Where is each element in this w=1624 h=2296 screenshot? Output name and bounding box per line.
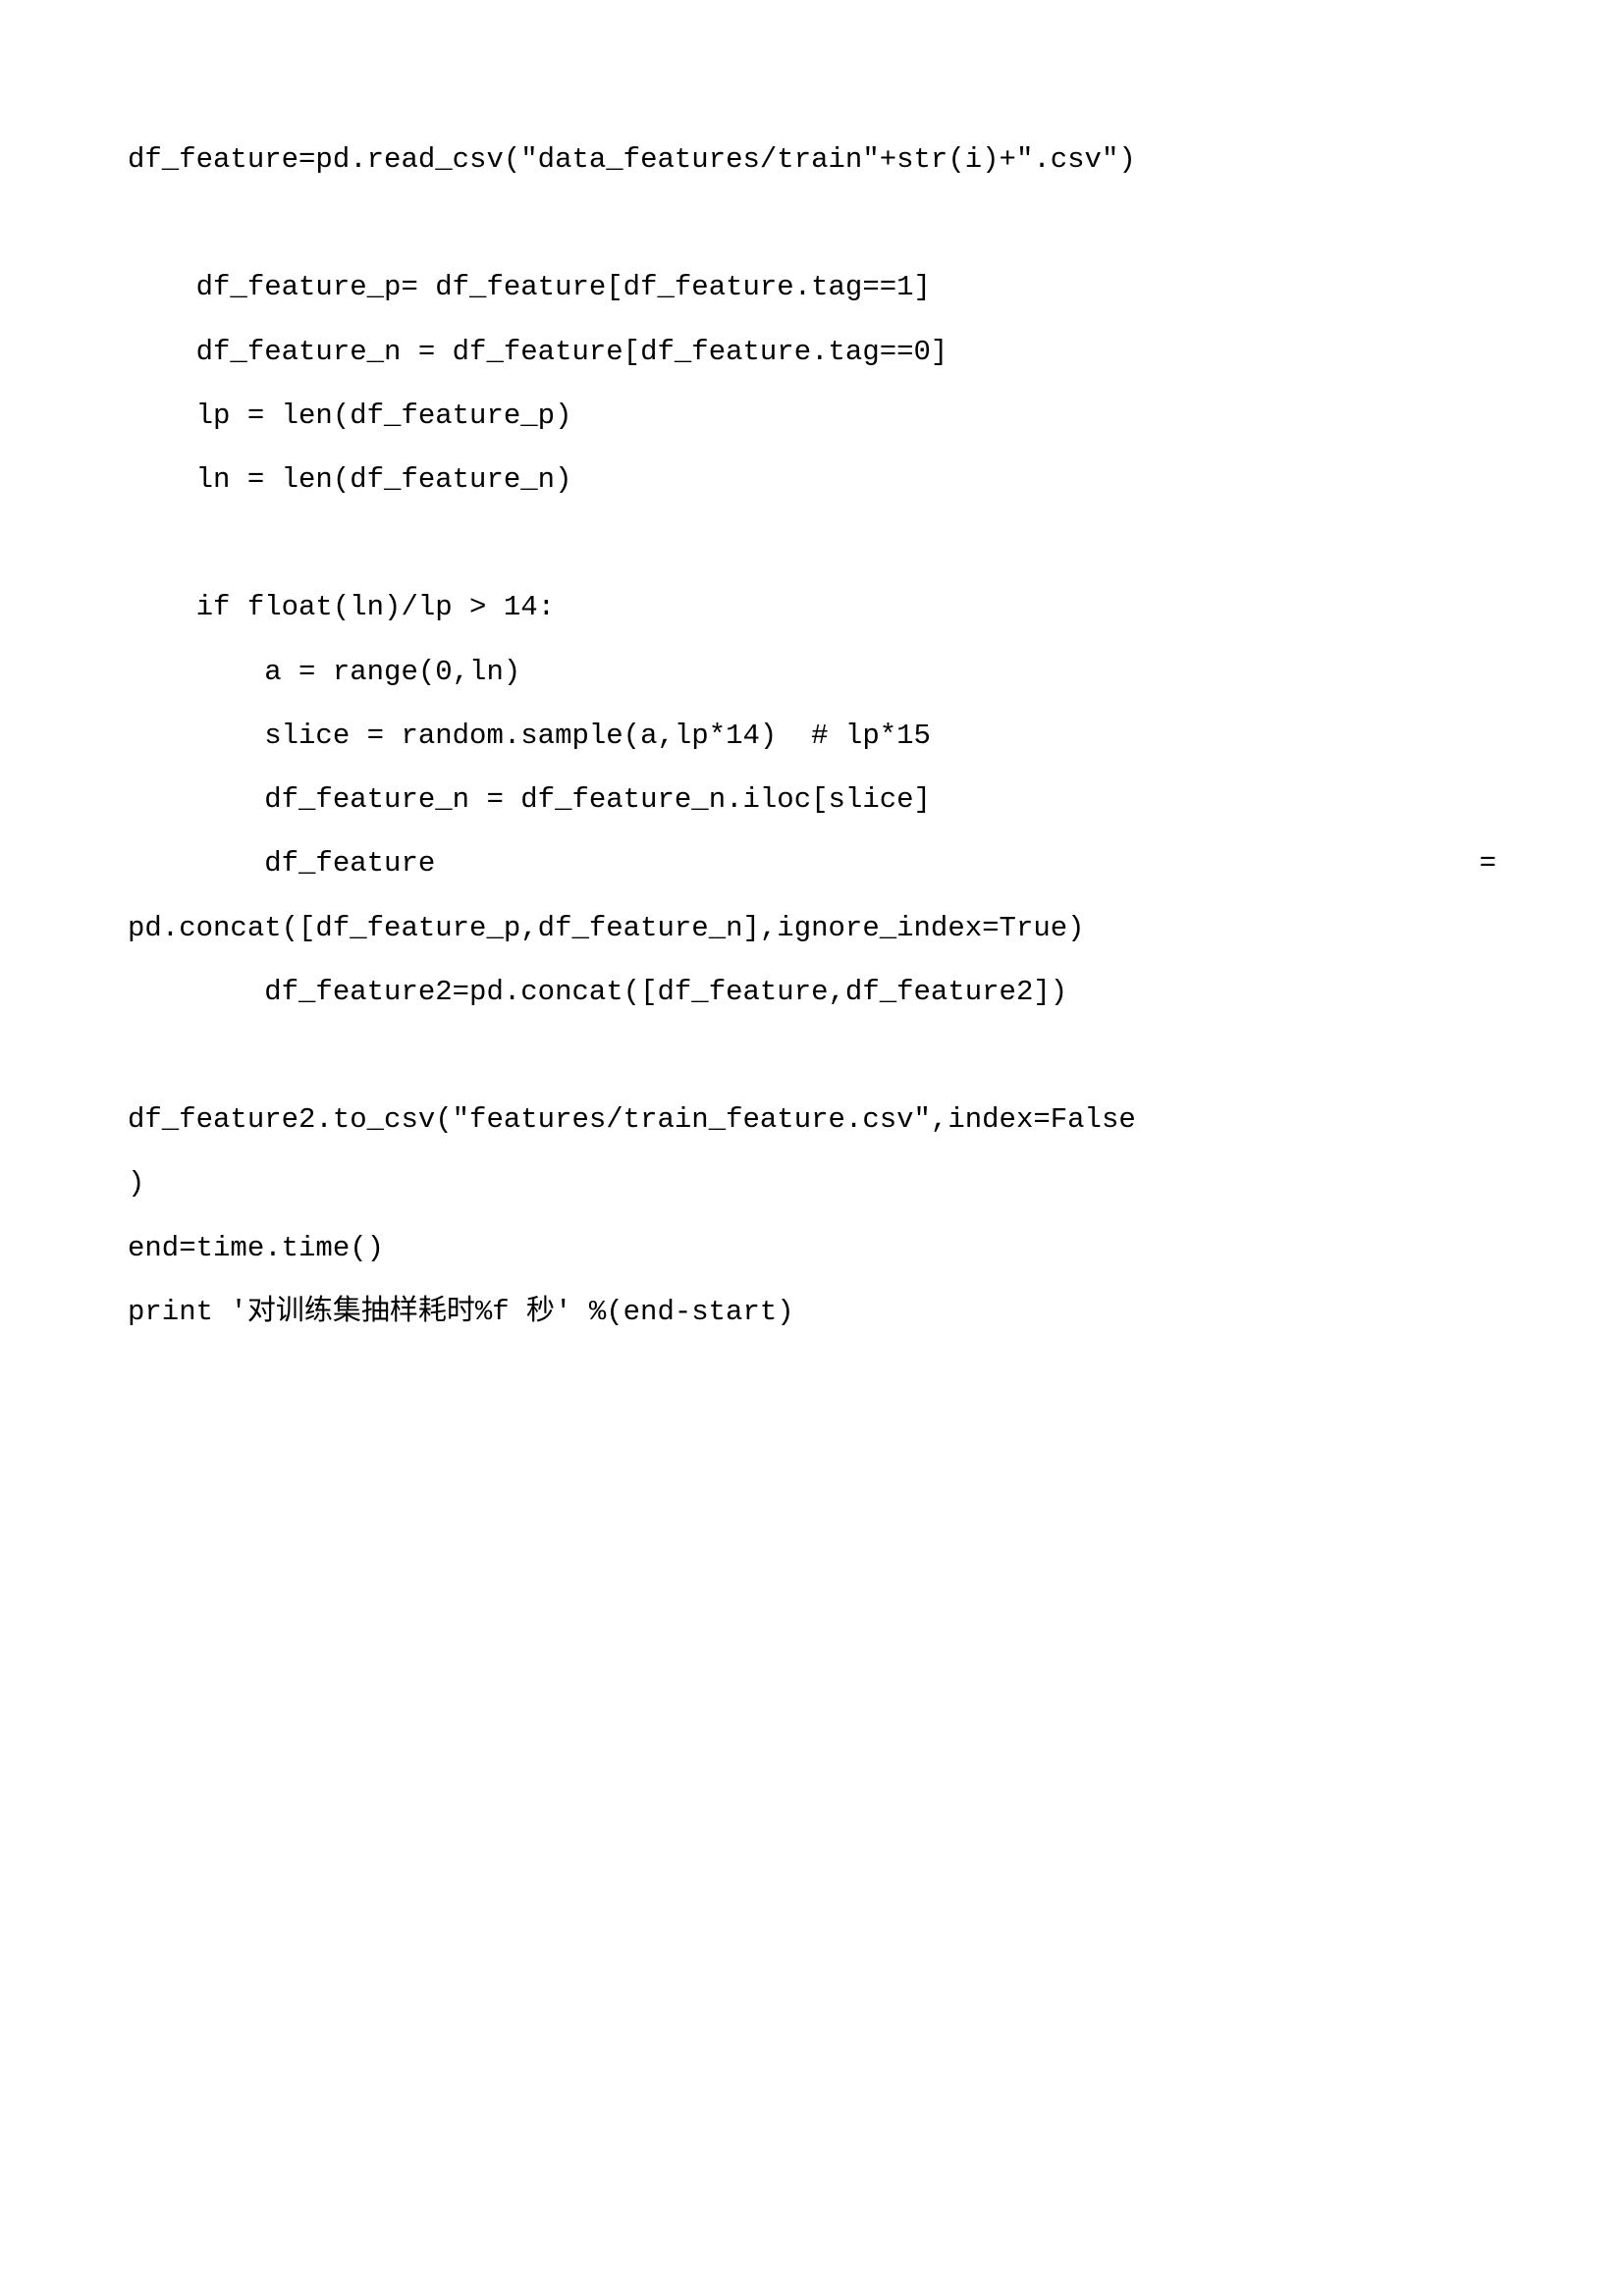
code-line-10: df_feature = bbox=[128, 831, 1496, 895]
document-page: df_feature=pd.read_csv("data_features/tr… bbox=[0, 0, 1624, 1344]
code-line-14: ) bbox=[128, 1151, 1496, 1215]
blank-line bbox=[128, 511, 1496, 575]
blank-line bbox=[128, 1024, 1496, 1088]
code-line-12: df_feature2=pd.concat([df_feature,df_fea… bbox=[128, 960, 1496, 1024]
code-line-4: lp = len(df_feature_p) bbox=[128, 384, 1496, 448]
code-line-13: df_feature2.to_csv("features/train_featu… bbox=[128, 1088, 1496, 1151]
code-line-11: pd.concat([df_feature_p,df_feature_n],ig… bbox=[128, 896, 1496, 960]
code-line-1: df_feature=pd.read_csv("data_features/tr… bbox=[128, 128, 1496, 191]
code-line-9: df_feature_n = df_feature_n.iloc[slice] bbox=[128, 768, 1496, 831]
code-line-8: slice = random.sample(a,lp*14) # lp*15 bbox=[128, 704, 1496, 768]
code-line-5: ln = len(df_feature_n) bbox=[128, 448, 1496, 511]
code-line-10-left: df_feature bbox=[128, 831, 435, 895]
blank-line bbox=[128, 191, 1496, 255]
code-line-7: a = range(0,ln) bbox=[128, 640, 1496, 704]
code-line-6: if float(ln)/lp > 14: bbox=[128, 575, 1496, 639]
code-line-16: print '对训练集抽样耗时%f 秒' %(end-start) bbox=[128, 1280, 1496, 1344]
code-line-2: df_feature_p= df_feature[df_feature.tag=… bbox=[128, 255, 1496, 319]
code-line-15: end=time.time() bbox=[128, 1216, 1496, 1280]
code-line-10-right: = bbox=[1480, 831, 1496, 895]
code-line-3: df_feature_n = df_feature[df_feature.tag… bbox=[128, 320, 1496, 384]
